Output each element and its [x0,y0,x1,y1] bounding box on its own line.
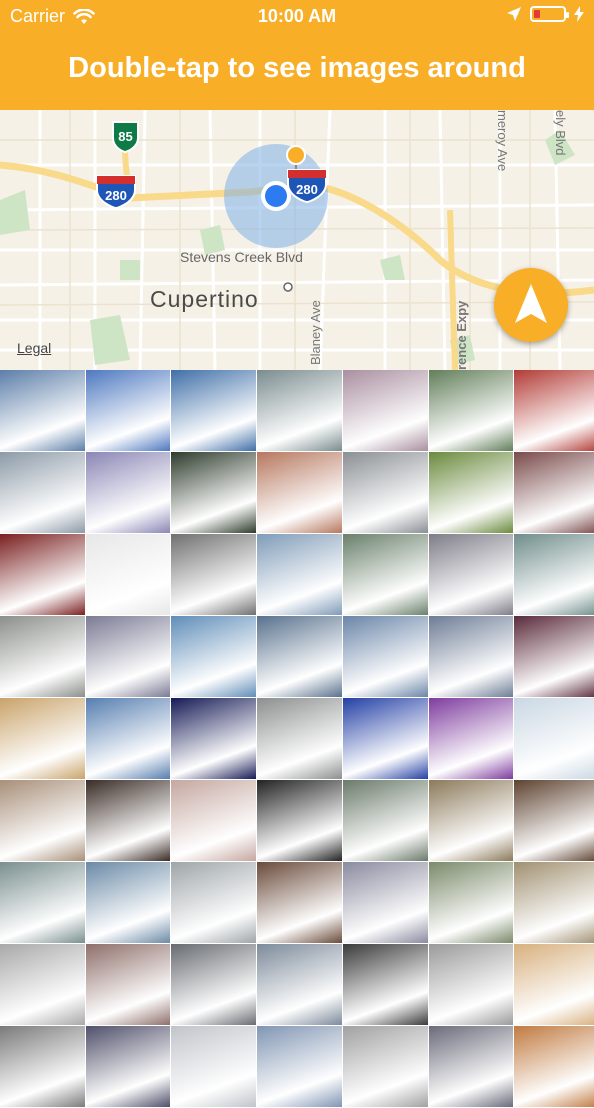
highway-85-label: 85 [118,129,132,144]
photo-thumbnail[interactable] [428,944,515,1026]
photo-thumbnail[interactable] [342,944,429,1026]
page-title: Double-tap to see images around [68,52,526,84]
photo-thumbnail[interactable] [342,370,429,452]
photo-thumbnail[interactable] [85,698,172,780]
photo-thumbnail[interactable] [171,698,258,780]
photo-thumbnail[interactable] [342,452,429,534]
i280-left-label: 280 [105,188,127,203]
photo-thumbnail[interactable] [342,780,429,862]
photo-thumbnail[interactable] [171,862,258,944]
photo-thumbnail[interactable] [171,452,258,534]
photo-thumbnail[interactable] [342,616,429,698]
location-arrow-icon [507,7,521,21]
photo-thumbnail[interactable] [0,616,86,698]
photo-thumbnail[interactable] [171,1026,258,1108]
photo-thumbnail[interactable] [0,944,86,1026]
status-bar: Carrier 10:00 AM [0,0,594,34]
city-label: Cupertino [150,286,259,312]
photo-thumbnail[interactable] [514,534,594,616]
photo-thumbnail[interactable] [428,862,515,944]
clock: 10:00 AM [257,6,337,26]
photo-thumbnail[interactable] [257,534,343,616]
app-header: Carrier 10:00 AM Double-tap to see image… [0,0,594,110]
photo-thumbnail[interactable] [0,370,86,452]
photo-thumbnail[interactable] [514,944,594,1026]
photo-thumbnail[interactable] [85,616,172,698]
charging-bolt-icon [574,6,584,22]
legal-link[interactable]: Legal [17,340,51,356]
battery-level [534,10,540,18]
photo-thumbnail[interactable] [514,370,594,452]
photo-thumbnail[interactable] [428,780,515,862]
street-label-bowers: ely Blvd [553,110,568,156]
photo-thumbnail[interactable] [85,862,172,944]
i280-right-label: 280 [296,182,318,197]
street-label-expy: rence Expy [454,300,469,370]
photo-thumbnail[interactable] [171,534,258,616]
photo-thumbnail[interactable] [514,780,594,862]
photo-thumbnail[interactable] [85,370,172,452]
photo-thumbnail[interactable] [342,698,429,780]
street-label-stevens-creek: Stevens Creek Blvd [180,249,303,265]
photo-thumbnail[interactable] [171,944,258,1026]
photo-thumbnail[interactable] [257,944,343,1026]
photo-thumbnail[interactable] [85,1026,172,1108]
photo-thumbnail[interactable] [257,862,343,944]
photo-thumbnail[interactable] [0,452,86,534]
photo-thumbnail[interactable] [514,616,594,698]
photo-thumbnail[interactable] [428,616,515,698]
photo-thumbnail[interactable] [257,780,343,862]
compass-button[interactable] [494,268,568,342]
photo-thumbnail[interactable] [0,1026,86,1108]
photo-thumbnail[interactable] [85,944,172,1026]
photo-thumbnail[interactable] [0,780,86,862]
photo-thumbnail[interactable] [85,452,172,534]
navigation-arrow-icon [515,284,547,323]
photo-thumbnail[interactable] [514,452,594,534]
photo-thumbnail[interactable] [85,780,172,862]
photo-thumbnail[interactable] [428,370,515,452]
photo-thumbnail[interactable] [257,616,343,698]
photo-thumbnail[interactable] [342,534,429,616]
photo-thumbnail[interactable] [428,698,515,780]
battery-icon [530,6,569,22]
photo-thumbnail[interactable] [0,698,86,780]
photo-thumbnail[interactable] [0,534,86,616]
photo-thumbnail[interactable] [428,1026,515,1108]
photo-thumbnail[interactable] [514,1026,594,1108]
photo-thumbnail[interactable] [514,862,594,944]
photo-thumbnail[interactable] [342,862,429,944]
photo-thumbnail[interactable] [428,534,515,616]
photo-thumbnail[interactable] [257,698,343,780]
photo-grid [0,370,594,1108]
street-label-pomeroy: meroy Ave [495,110,510,171]
street-label-blaney: Blaney Ave [308,300,323,365]
photo-thumbnail[interactable] [428,452,515,534]
photo-thumbnail[interactable] [85,534,172,616]
photo-thumbnail[interactable] [342,1026,429,1108]
photo-thumbnail[interactable] [257,370,343,452]
photo-thumbnail[interactable] [257,452,343,534]
photo-thumbnail[interactable] [0,862,86,944]
photo-thumbnail[interactable] [171,616,258,698]
photo-thumbnail[interactable] [171,370,258,452]
photo-thumbnail[interactable] [257,1026,343,1108]
photo-thumbnail[interactable] [171,780,258,862]
photo-thumbnail[interactable] [514,698,594,780]
